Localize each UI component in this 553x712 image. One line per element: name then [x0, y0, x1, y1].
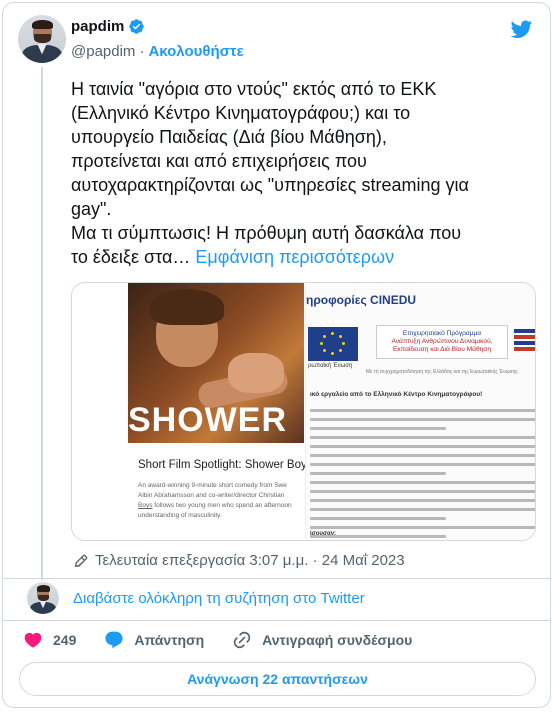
eu-flag-icon: [308, 327, 358, 361]
spotlight-line: Albin Abrahamsson and co-writer/director…: [138, 492, 285, 499]
spotlight-title: Short Film Spotlight: Shower Boys: [138, 459, 313, 471]
tweet-body: Η ταινία "αγόρια στο ντούς" εκτός από το…: [71, 79, 469, 267]
read-replies-button[interactable]: Ανάγνωση 22 απαντήσεων: [19, 662, 536, 696]
tweet-text: Η ταινία "αγόρια στο ντούς" εκτός από το…: [71, 77, 541, 269]
copy-link-label: Αντιγραφή συνδέσμου: [262, 632, 413, 648]
twitter-bird-icon[interactable]: [509, 18, 534, 40]
program-box: Επιχειρησιακό Πρόγραμμα Ανάπτυξη Ανθρώπι…: [376, 325, 508, 359]
spotlight-link: Boys: [138, 502, 153, 509]
cinedu-title: ηροφορίες CINEDU: [306, 293, 417, 307]
author-avatar[interactable]: [18, 15, 66, 63]
pencil-icon: [75, 554, 88, 567]
thread-author-avatar[interactable]: [27, 582, 59, 614]
thread-connector-line: [41, 67, 43, 580]
show-more-link[interactable]: Εμφάνιση περισσότερων: [195, 247, 394, 267]
tweet-media[interactable]: SHOWER Short Film Spotlight: Shower Boys…: [71, 282, 536, 541]
cinedu-heading: ικό εργαλείο από το Ελληνικό Κέντρο Κινη…: [310, 391, 483, 398]
media-left-image[interactable]: SHOWER Short Film Spotlight: Shower Boys…: [72, 283, 313, 540]
edited-label: Τελευταία επεξεργασία 3:07 μ.μ. · 24 Μαΐ…: [95, 552, 405, 569]
divider: [3, 620, 550, 621]
author-display-name[interactable]: papdim: [71, 18, 124, 35]
like-button[interactable]: 249: [23, 630, 76, 650]
film-title-word: SHOWER: [128, 401, 287, 439]
spotlight-line: An award-winning 9-minute short comedy f…: [138, 482, 287, 489]
author-handle[interactable]: @papdim: [71, 43, 135, 60]
media-right-image[interactable]: ηροφορίες CINEDU ρωπαϊκή Ένωση Επιχειρησ…: [305, 283, 535, 540]
read-replies-label: Ανάγνωση 22 απαντήσεων: [187, 671, 368, 687]
copy-link-button[interactable]: Αντιγραφή συνδέσμου: [232, 630, 412, 650]
action-bar: 249 Απάντηση Αντιγραφή συνδέσμου: [23, 630, 440, 650]
author-name-row: papdim: [71, 18, 145, 35]
reply-bubble-icon: [105, 631, 123, 649]
follow-link[interactable]: Ακολουθήστε: [148, 43, 243, 60]
like-count: 249: [53, 632, 77, 648]
cinedu-body-text: [310, 409, 535, 540]
heart-icon: [24, 632, 42, 648]
espa-logo-icon: [514, 329, 535, 355]
reply-button[interactable]: Απάντηση: [104, 630, 204, 650]
handle-separator: ·: [139, 43, 145, 60]
cinedu-footer: ίσουσαν:: [310, 531, 337, 537]
divider: [3, 578, 550, 579]
author-handle-row: @papdim · Ακολουθήστε: [71, 43, 244, 60]
tweet-card: papdim @papdim · Ακολουθήστε Η ταινία "α…: [2, 2, 551, 708]
read-thread-link[interactable]: Διαβάστε ολόκληρη τη συζήτηση στο Twitte…: [73, 590, 365, 607]
reply-label: Απάντηση: [134, 632, 205, 648]
link-icon: [233, 631, 251, 649]
edited-info[interactable]: Τελευταία επεξεργασία 3:07 μ.μ. · 24 Μαΐ…: [73, 552, 405, 569]
verified-badge-icon: [129, 19, 145, 34]
spotlight-line: understanding of masculinity.: [138, 512, 222, 519]
eu-caption: ρωπαϊκή Ένωση: [308, 363, 353, 369]
spotlight-line: Boys follows two young men who spend an …: [138, 502, 292, 509]
read-thread-row[interactable]: Διαβάστε ολόκληρη τη συζήτηση στο Twitte…: [27, 582, 527, 616]
spotlight-body: An award-winning 9-minute short comedy f…: [138, 481, 308, 521]
program-note: Με τη συγχρηματοδότηση της Ελλάδας και τ…: [366, 369, 518, 375]
